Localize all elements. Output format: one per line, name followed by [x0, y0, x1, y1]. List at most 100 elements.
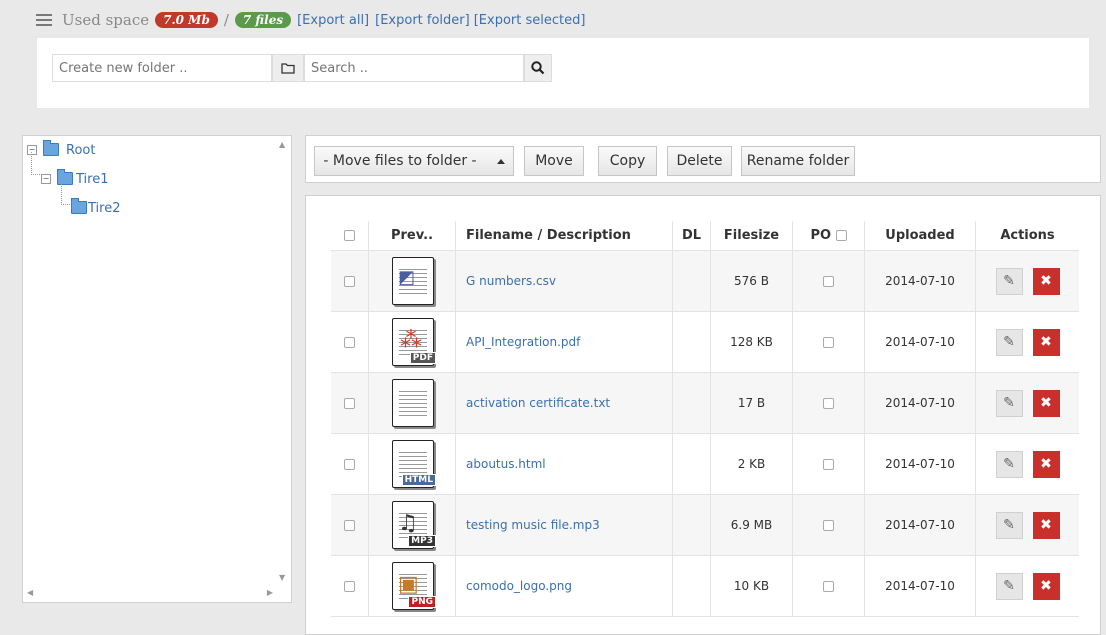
scroll-up-icon[interactable]: ▲ — [279, 140, 285, 149]
row-select-cell — [331, 250, 369, 312]
collapse-toggle-icon[interactable]: − — [41, 173, 51, 184]
row-checkbox[interactable] — [344, 398, 355, 409]
delete-file-button[interactable]: ✖ — [1032, 511, 1060, 539]
po-checkbox[interactable] — [823, 276, 834, 287]
filename-cell: activation certificate.txt — [455, 372, 673, 434]
tree-label-root[interactable]: Root — [66, 143, 95, 158]
select-all-checkbox[interactable] — [344, 230, 355, 241]
pencil-icon: ✎ — [1003, 578, 1015, 594]
filename-link[interactable]: testing music file.mp3 — [466, 518, 600, 532]
po-checkbox[interactable] — [823, 581, 834, 592]
search-input[interactable] — [304, 54, 524, 82]
table-row[interactable]: HTML aboutus.html 2 KB 2014-07-10 ✎ ✖ — [331, 433, 1079, 495]
row-checkbox[interactable] — [344, 276, 355, 287]
close-icon: ✖ — [1040, 334, 1052, 350]
pencil-icon: ✎ — [1003, 456, 1015, 472]
table-row[interactable]: activation certificate.txt 17 B 2014-07-… — [331, 372, 1079, 434]
list-icon[interactable] — [36, 14, 52, 26]
filesize-cell: 10 KB — [710, 555, 793, 617]
po-cell — [792, 433, 865, 495]
uploaded-cell: 2014-07-10 — [864, 555, 976, 617]
csv-file-icon[interactable]: ◩ — [390, 257, 434, 305]
header-filesize[interactable]: Filesize — [710, 221, 793, 251]
po-checkbox[interactable] — [823, 459, 834, 470]
edit-button[interactable]: ✎ — [995, 267, 1023, 295]
delete-file-button[interactable]: ✖ — [1032, 328, 1060, 356]
rename-folder-button[interactable]: Rename folder — [741, 146, 855, 176]
preview-cell: PNG ▣ — [368, 555, 456, 617]
pdf-file-icon[interactable]: PDF ⁂ — [390, 318, 436, 366]
actions-cell: ✎ ✖ — [975, 494, 1079, 556]
table-row[interactable]: PNG ▣ comodo_logo.png 10 KB 2014-07-10 ✎ … — [331, 555, 1079, 617]
row-checkbox[interactable] — [344, 459, 355, 470]
copy-button[interactable]: Copy — [598, 146, 657, 176]
delete-button[interactable]: Delete — [667, 146, 732, 176]
tree-node-tire1[interactable]: − Tire1 — [41, 169, 108, 187]
file-count-badge: 7 files — [234, 12, 292, 28]
table-row[interactable]: ◩ G numbers.csv 576 B 2014-07-10 ✎ ✖ — [331, 250, 1079, 312]
header-filename[interactable]: Filename / Description — [455, 221, 673, 251]
po-checkbox[interactable] — [823, 520, 834, 531]
filename-link[interactable]: comodo_logo.png — [466, 579, 572, 593]
edit-button[interactable]: ✎ — [995, 450, 1023, 478]
edit-button[interactable]: ✎ — [995, 328, 1023, 356]
search-button[interactable] — [524, 54, 552, 82]
vertical-scrollbar[interactable]: ▲ ▼ — [278, 140, 288, 582]
row-select-cell — [331, 555, 369, 617]
export-selected-link[interactable]: [Export selected] — [474, 13, 586, 28]
filename-link[interactable]: G numbers.csv — [466, 274, 556, 288]
edit-button[interactable]: ✎ — [995, 511, 1023, 539]
used-size-badge: 7.0 Mb — [155, 12, 218, 28]
po-checkbox[interactable] — [823, 398, 834, 409]
tree-label-tire1[interactable]: Tire1 — [76, 172, 108, 187]
file-type-tag: MP3 — [408, 535, 436, 547]
po-select-all-checkbox[interactable] — [835, 230, 847, 241]
horizontal-scrollbar[interactable]: ◀ ▶ — [27, 586, 273, 600]
scroll-right-icon[interactable]: ▶ — [267, 588, 273, 597]
filename-link[interactable]: aboutus.html — [466, 457, 546, 471]
edit-button[interactable]: ✎ — [995, 389, 1023, 417]
delete-file-button[interactable]: ✖ — [1032, 267, 1060, 295]
delete-file-button[interactable]: ✖ — [1032, 572, 1060, 600]
dl-cell — [672, 555, 711, 617]
header-select-all — [331, 221, 369, 251]
header-dl[interactable]: DL — [672, 221, 711, 251]
po-cell — [792, 555, 865, 617]
tree-label-tire2[interactable]: Tire2 — [88, 201, 120, 216]
export-folder-link[interactable]: [Export folder] — [375, 13, 470, 28]
row-checkbox[interactable] — [344, 520, 355, 531]
create-folder-button[interactable] — [272, 54, 304, 82]
po-checkbox[interactable] — [823, 337, 834, 348]
header-actions: Actions — [975, 221, 1079, 251]
filename-link[interactable]: API_Integration.pdf — [466, 335, 580, 349]
header-uploaded[interactable]: Uploaded — [864, 221, 976, 251]
row-checkbox[interactable] — [344, 337, 355, 348]
scroll-left-icon[interactable]: ◀ — [27, 588, 33, 597]
export-all-link[interactable]: [Export all] — [297, 13, 369, 28]
table-row[interactable]: MP3 ♫ testing music file.mp3 6.9 MB 2014-… — [331, 494, 1079, 556]
delete-file-button[interactable]: ✖ — [1032, 389, 1060, 417]
move-button[interactable]: Move — [524, 146, 584, 176]
tree-node-tire2[interactable]: Tire2 — [71, 198, 120, 216]
delete-file-button[interactable]: ✖ — [1032, 450, 1060, 478]
png-file-icon[interactable]: PNG ▣ — [390, 562, 436, 610]
html-file-icon[interactable]: HTML — [390, 440, 436, 488]
new-folder-input[interactable] — [52, 54, 272, 82]
preview-cell: HTML — [368, 433, 456, 495]
table-row[interactable]: PDF ⁂ API_Integration.pdf 128 KB 2014-07-… — [331, 311, 1079, 373]
po-cell — [792, 494, 865, 556]
file-table-panel: Prev.. Filename / Description DL Filesiz… — [305, 195, 1101, 635]
mp3-file-icon[interactable]: MP3 ♫ — [390, 501, 436, 549]
filename-cell: G numbers.csv — [455, 250, 673, 312]
folder-icon — [43, 140, 59, 156]
disk-drive-icon: ◩ — [398, 267, 416, 288]
txt-file-icon[interactable] — [390, 379, 434, 427]
row-select-cell — [331, 494, 369, 556]
scroll-down-icon[interactable]: ▼ — [279, 573, 285, 582]
move-folder-select[interactable]: - Move files to folder - — [314, 146, 514, 176]
row-checkbox[interactable] — [344, 581, 355, 592]
pencil-icon: ✎ — [1003, 273, 1015, 289]
edit-button[interactable]: ✎ — [995, 572, 1023, 600]
filename-link[interactable]: activation certificate.txt — [466, 396, 610, 410]
pencil-icon: ✎ — [1003, 517, 1015, 533]
